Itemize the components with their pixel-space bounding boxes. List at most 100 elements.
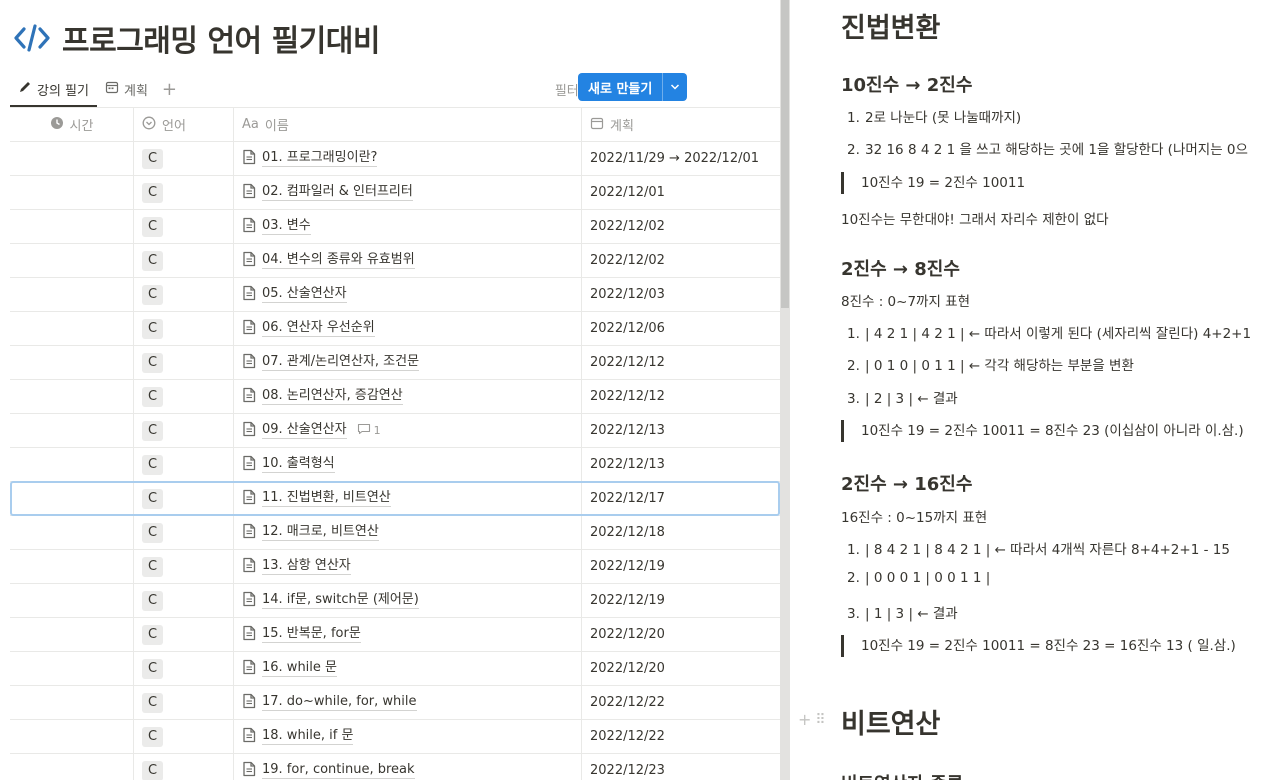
tab-lecture-notes[interactable]: 강의 필기: [10, 72, 97, 107]
code-brackets-icon[interactable]: [12, 18, 52, 58]
cell-time[interactable]: [10, 176, 134, 209]
quote-block[interactable]: 10진수 19 = 2진수 10011 = 8진수 23 = 16진수 13 (…: [841, 635, 1236, 657]
cell-time[interactable]: [10, 142, 134, 175]
cell-language[interactable]: C: [134, 516, 234, 549]
cell-time[interactable]: [10, 516, 134, 549]
cell-plan[interactable]: 2022/12/19: [582, 550, 780, 583]
cell-language[interactable]: C: [134, 584, 234, 617]
list-item[interactable]: 1. 2로 나눈다 (못 나눌때까지): [847, 106, 1021, 126]
cell-name[interactable]: 16. while 문: [234, 652, 582, 685]
cell-plan[interactable]: 2022/12/20: [582, 618, 780, 651]
cell-plan[interactable]: 2022/12/22: [582, 720, 780, 753]
cell-time[interactable]: [10, 278, 134, 311]
table-row[interactable]: C 13. 삼항 연산자 2022/12/19: [10, 549, 780, 583]
heading-bit-operator-types[interactable]: 비트연산자 종류: [841, 770, 963, 780]
cell-plan[interactable]: 2022/12/02: [582, 244, 780, 277]
cell-language[interactable]: C: [134, 312, 234, 345]
cell-language[interactable]: C: [134, 142, 234, 175]
table-row[interactable]: C 01. 프로그래밍이란? 2022/11/29 → 2022/12/01: [10, 141, 780, 175]
row-title[interactable]: 18. while, if 문: [262, 728, 354, 745]
cell-time[interactable]: [10, 618, 134, 651]
cell-time[interactable]: [10, 210, 134, 243]
row-title[interactable]: 14. if문, switch문 (제어문): [262, 592, 419, 609]
cell-plan[interactable]: 2022/12/18: [582, 516, 780, 549]
row-title[interactable]: 11. 진법변환, 비트연산: [262, 490, 391, 507]
cell-language[interactable]: C: [134, 754, 234, 780]
cell-name[interactable]: 06. 연산자 우선순위: [234, 312, 582, 345]
table-row[interactable]: C 05. 산술연산자 2022/12/03: [10, 277, 780, 311]
cell-time[interactable]: [10, 312, 134, 345]
row-title[interactable]: 19. for, continue, break: [262, 762, 415, 779]
list-item[interactable]: 3. | 2 | 3 | ← 결과: [847, 387, 958, 407]
cell-name[interactable]: 02. 컴파일러 & 인터프리터: [234, 176, 582, 209]
list-item[interactable]: 1. | 4 2 1 | 4 2 1 | ← 따라서 이렇게 된다 (세자리씩 잘…: [847, 322, 1251, 342]
table-row[interactable]: C 16. while 문 2022/12/20: [10, 651, 780, 685]
table-row[interactable]: C 18. while, if 문 2022/12/22: [10, 719, 780, 753]
row-title[interactable]: 08. 논리연산자, 증감연산: [262, 388, 403, 405]
cell-name[interactable]: 03. 변수: [234, 210, 582, 243]
tab-plan[interactable]: 계획: [97, 72, 156, 106]
cell-language[interactable]: C: [134, 278, 234, 311]
cell-time[interactable]: [10, 448, 134, 481]
cell-plan[interactable]: 2022/12/23: [582, 754, 780, 780]
cell-language[interactable]: C: [134, 414, 234, 447]
list-item[interactable]: 3. | 1 | 3 | ← 결과: [847, 602, 958, 622]
list-item[interactable]: 2. | 0 0 0 1 | 0 0 1 1 |: [847, 570, 990, 586]
cell-language[interactable]: C: [134, 720, 234, 753]
cell-time[interactable]: [10, 686, 134, 719]
cell-language[interactable]: C: [134, 618, 234, 651]
row-title[interactable]: 15. 반복문, for문: [262, 626, 361, 643]
table-row[interactable]: C 15. 반복문, for문 2022/12/20: [10, 617, 780, 651]
table-row[interactable]: C 19. for, continue, break 2022/12/23: [10, 753, 780, 780]
table-row[interactable]: C 04. 변수의 종류와 유효범위 2022/12/02: [10, 243, 780, 277]
cell-name[interactable]: 07. 관계/논리연산자, 조건문: [234, 346, 582, 379]
cell-time[interactable]: [10, 244, 134, 277]
cell-time[interactable]: [10, 754, 134, 780]
table-row[interactable]: C 10. 출력형식 2022/12/13: [10, 447, 780, 481]
heading-bit-operations[interactable]: 비트연산: [841, 702, 940, 741]
column-header-time[interactable]: 시간: [10, 108, 134, 141]
cell-language[interactable]: C: [134, 550, 234, 583]
cell-time[interactable]: [10, 550, 134, 583]
table-row[interactable]: C 06. 연산자 우선순위 2022/12/06: [10, 311, 780, 345]
cell-plan[interactable]: 2022/12/13: [582, 414, 780, 447]
table-row[interactable]: C 17. do~while, for, while 2022/12/22: [10, 685, 780, 719]
cell-name[interactable]: 15. 반복문, for문: [234, 618, 582, 651]
row-title[interactable]: 02. 컴파일러 & 인터프리터: [262, 184, 413, 201]
row-title[interactable]: 09. 산술연산자: [262, 422, 347, 439]
row-title[interactable]: 06. 연산자 우선순위: [262, 320, 375, 337]
cell-language[interactable]: C: [134, 244, 234, 277]
row-title[interactable]: 04. 변수의 종류와 유효범위: [262, 252, 415, 269]
cell-plan[interactable]: 2022/12/22: [582, 686, 780, 719]
list-item[interactable]: 2. 32 16 8 4 2 1 을 쓰고 해당하는 곳에 1을 할당한다 (나머…: [847, 138, 1248, 158]
filter-button[interactable]: 필터: [555, 80, 579, 99]
cell-plan[interactable]: 2022/12/12: [582, 380, 780, 413]
heading-dec-to-bin[interactable]: 10진수 → 2진수: [841, 71, 972, 97]
cell-time[interactable]: [10, 652, 134, 685]
cell-language[interactable]: C: [134, 652, 234, 685]
cell-name[interactable]: 18. while, if 문: [234, 720, 582, 753]
heading-base-conversion[interactable]: 진법변환: [841, 6, 940, 45]
page-title[interactable]: 프로그래밍 언어 필기대비: [62, 16, 381, 60]
table-row[interactable]: C 03. 변수 2022/12/02: [10, 209, 780, 243]
cell-plan[interactable]: 2022/12/17: [582, 482, 780, 515]
row-title[interactable]: 01. 프로그래밍이란?: [262, 150, 378, 167]
row-title[interactable]: 03. 변수: [262, 218, 311, 235]
row-title[interactable]: 12. 매크로, 비트연산: [262, 524, 379, 541]
drag-handle-icon[interactable]: ⠿: [815, 712, 825, 728]
cell-language[interactable]: C: [134, 210, 234, 243]
table-row[interactable]: C 14. if문, switch문 (제어문) 2022/12/19: [10, 583, 780, 617]
quote-block[interactable]: 10진수 19 = 2진수 10011 = 8진수 23 (이십삼이 아니라 이…: [841, 420, 1244, 442]
paragraph[interactable]: 8진수 : 0~7까지 표현: [841, 290, 970, 310]
cell-name[interactable]: 12. 매크로, 비트연산: [234, 516, 582, 549]
chevron-down-icon[interactable]: [663, 73, 687, 101]
table-row[interactable]: C 09. 산술연산자 1 2022/12/13: [10, 413, 780, 447]
cell-language[interactable]: C: [134, 482, 234, 515]
row-title[interactable]: 05. 산술연산자: [262, 286, 347, 303]
quote-block[interactable]: 10진수 19 = 2진수 10011: [841, 172, 1025, 194]
table-row[interactable]: C 02. 컴파일러 & 인터프리터 2022/12/01: [10, 175, 780, 209]
row-title[interactable]: 16. while 문: [262, 660, 337, 677]
cell-plan[interactable]: 2022/12/13: [582, 448, 780, 481]
row-title[interactable]: 10. 출력형식: [262, 456, 335, 473]
cell-name[interactable]: 04. 변수의 종류와 유효범위: [234, 244, 582, 277]
